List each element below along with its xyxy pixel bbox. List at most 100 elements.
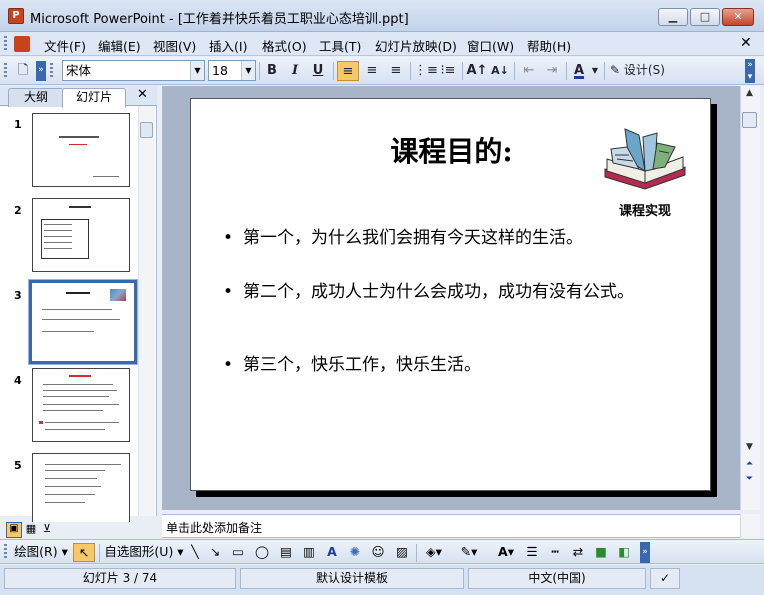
clipart-icon[interactable]: ☺ — [368, 543, 388, 562]
drawbar-grip[interactable] — [4, 544, 7, 560]
numbering-icon[interactable]: ⋮≡ — [414, 61, 438, 81]
chevron-down-icon[interactable]: ▼ — [190, 61, 204, 80]
font-color-icon[interactable]: A — [569, 61, 589, 81]
thumbnail-number: 1 — [14, 118, 22, 131]
slide-thumbnail-2[interactable] — [32, 198, 130, 272]
menu-tools[interactable]: 工具(T) — [319, 36, 361, 55]
toolbar-options-icon[interactable]: » — [36, 61, 46, 81]
thumbnail-number: 4 — [14, 374, 22, 387]
window-title: Microsoft PowerPoint - [工作着并快乐着员工职业心态培训.… — [30, 12, 409, 27]
slide-scroll-thumb[interactable] — [742, 112, 757, 128]
scroll-down-arrow-icon[interactable]: ▼ — [742, 442, 757, 452]
decrease-indent-icon[interactable]: ⇤ — [518, 61, 540, 81]
pane-close-icon[interactable]: ✕ — [137, 87, 148, 102]
menu-insert[interactable]: 插入(I) — [209, 36, 247, 55]
slide-thumbnail-3[interactable] — [29, 280, 137, 364]
status-bar: 幻灯片 3 / 74 默认设计模板 中文(中国) ✓ — [0, 565, 764, 595]
next-slide-icon[interactable]: ⏷ — [742, 474, 757, 484]
powerpoint-app-icon[interactable]: P — [8, 8, 24, 24]
font-name-value: 宋体 — [66, 63, 92, 78]
slide-thumbnail-5[interactable] — [32, 453, 130, 522]
font-size-value: 18 — [212, 63, 228, 78]
dash-style-icon[interactable]: ┅ — [545, 543, 565, 562]
design-button[interactable]: ✎ 设计(S) — [610, 61, 674, 81]
normal-view-icon[interactable]: ▣ — [6, 522, 22, 538]
slide-thumbnail-4[interactable] — [32, 368, 130, 442]
slideshow-view-icon[interactable]: ⊻ — [40, 522, 54, 536]
font-color-draw-icon[interactable]: A▾ — [492, 543, 520, 562]
arrow-style-icon[interactable]: ⇄ — [568, 543, 588, 562]
align-right-icon[interactable]: ≡ — [385, 61, 407, 81]
notes-scrollbar[interactable] — [740, 514, 760, 538]
toolbar-overflow-icon[interactable]: » ▾ — [745, 59, 755, 83]
tab-slides[interactable]: 幻灯片 — [62, 88, 126, 108]
bullet-dot: • — [223, 228, 234, 248]
underline-button[interactable]: U — [308, 61, 328, 81]
separator — [410, 62, 411, 80]
thumbnail-scrollbar[interactable] — [138, 106, 155, 516]
language-indicator[interactable]: 中文(中国) — [468, 568, 646, 589]
minimize-button[interactable]: ▁ — [658, 8, 688, 26]
menu-grip[interactable] — [4, 36, 7, 52]
scroll-up-arrow-icon[interactable]: ▲ — [742, 88, 757, 98]
oval-icon[interactable]: ◯ — [252, 543, 272, 562]
wordart-icon[interactable]: A — [322, 543, 342, 562]
increase-indent-icon[interactable]: ⇥ — [541, 61, 563, 81]
slide-sorter-icon[interactable]: ▦ — [24, 522, 38, 536]
maximize-button[interactable]: □ — [690, 8, 720, 26]
menu-help[interactable]: 帮助(H) — [527, 36, 571, 55]
notes-pane[interactable]: 单击此处添加备注 — [162, 514, 740, 538]
menu-format[interactable]: 格式(O) — [262, 36, 307, 55]
document-close-icon[interactable]: ✕ — [740, 35, 752, 51]
menu-slideshow[interactable]: 幻灯片放映(D) — [375, 36, 457, 55]
decrease-font-icon[interactable]: A↓ — [489, 61, 511, 81]
autoshapes-menu-button[interactable]: 自选图形(U) ▾ — [104, 543, 184, 562]
select-pointer-icon[interactable]: ↖ — [73, 543, 95, 562]
drawbar-overflow-icon[interactable]: » — [640, 542, 650, 563]
line-icon[interactable]: ╲ — [186, 543, 204, 562]
thumbnail-scroll-thumb[interactable] — [140, 122, 153, 138]
line-color-icon[interactable]: ✎▾ — [454, 543, 484, 562]
toolbar-grip[interactable] — [4, 63, 7, 79]
shadow-icon[interactable]: ■ — [591, 543, 611, 562]
previous-slide-icon[interactable]: ⏶ — [742, 459, 757, 469]
line-style-icon[interactable]: ☰ — [522, 543, 542, 562]
increase-font-icon[interactable]: A↑ — [466, 61, 488, 81]
separator — [416, 544, 417, 562]
menu-file[interactable]: 文件(F) — [44, 36, 86, 55]
align-center-icon[interactable]: ≡ — [361, 61, 383, 81]
draw-menu-button[interactable]: 绘图(R) ▾ — [12, 543, 70, 562]
close-button[interactable]: ✕ — [722, 8, 754, 26]
fill-color-icon[interactable]: ◈▾ — [420, 543, 448, 562]
diagram-icon[interactable]: ✺ — [345, 543, 365, 562]
3d-icon[interactable]: ◧ — [614, 543, 634, 562]
notes-placeholder[interactable]: 单击此处添加备注 — [166, 519, 262, 536]
italic-button[interactable]: I — [285, 61, 305, 81]
menu-window[interactable]: 窗口(W) — [467, 36, 514, 55]
rectangle-icon[interactable]: ▭ — [228, 543, 248, 562]
bold-button[interactable]: B — [262, 61, 282, 81]
font-size-select[interactable]: 18 ▼ — [208, 60, 256, 81]
toolbar2-grip[interactable] — [50, 63, 53, 79]
textbox-icon[interactable]: ▤ — [276, 543, 296, 562]
new-document-icon[interactable]: 🗋 — [12, 61, 34, 81]
menu-edit[interactable]: 编辑(E) — [98, 36, 141, 55]
arrow-icon[interactable]: ↘ — [206, 543, 224, 562]
design-template-name[interactable]: 默认设计模板 — [240, 568, 464, 589]
vertical-textbox-icon[interactable]: ▥ — [299, 543, 319, 562]
spelling-check-icon[interactable]: ✓ — [650, 568, 680, 589]
title-bar: P Microsoft PowerPoint - [工作着并快乐着员工职业心态培… — [0, 0, 764, 32]
align-left-icon[interactable]: ≡ — [337, 61, 359, 81]
book-clipart-icon[interactable] — [599, 125, 691, 197]
tab-outline[interactable]: 大纲 — [8, 88, 64, 107]
doc-icon[interactable] — [14, 36, 30, 52]
slide-thumbnail-1[interactable] — [32, 113, 130, 187]
chevron-down-icon[interactable]: ▼ — [241, 61, 255, 80]
current-slide[interactable]: 课程目的: 课程实现 • 第一个，为什么我们会拥有今天这样的生活。 • 第二个，… — [190, 98, 711, 491]
thumbnail-number: 2 — [14, 204, 22, 217]
picture-icon[interactable]: ▨ — [392, 543, 412, 562]
bullets-icon[interactable]: ⁝≡ — [437, 61, 459, 81]
font-name-select[interactable]: 宋体 ▼ — [62, 60, 205, 81]
chevron-down-icon[interactable]: ▼ — [590, 61, 600, 81]
menu-view[interactable]: 视图(V) — [153, 36, 196, 55]
